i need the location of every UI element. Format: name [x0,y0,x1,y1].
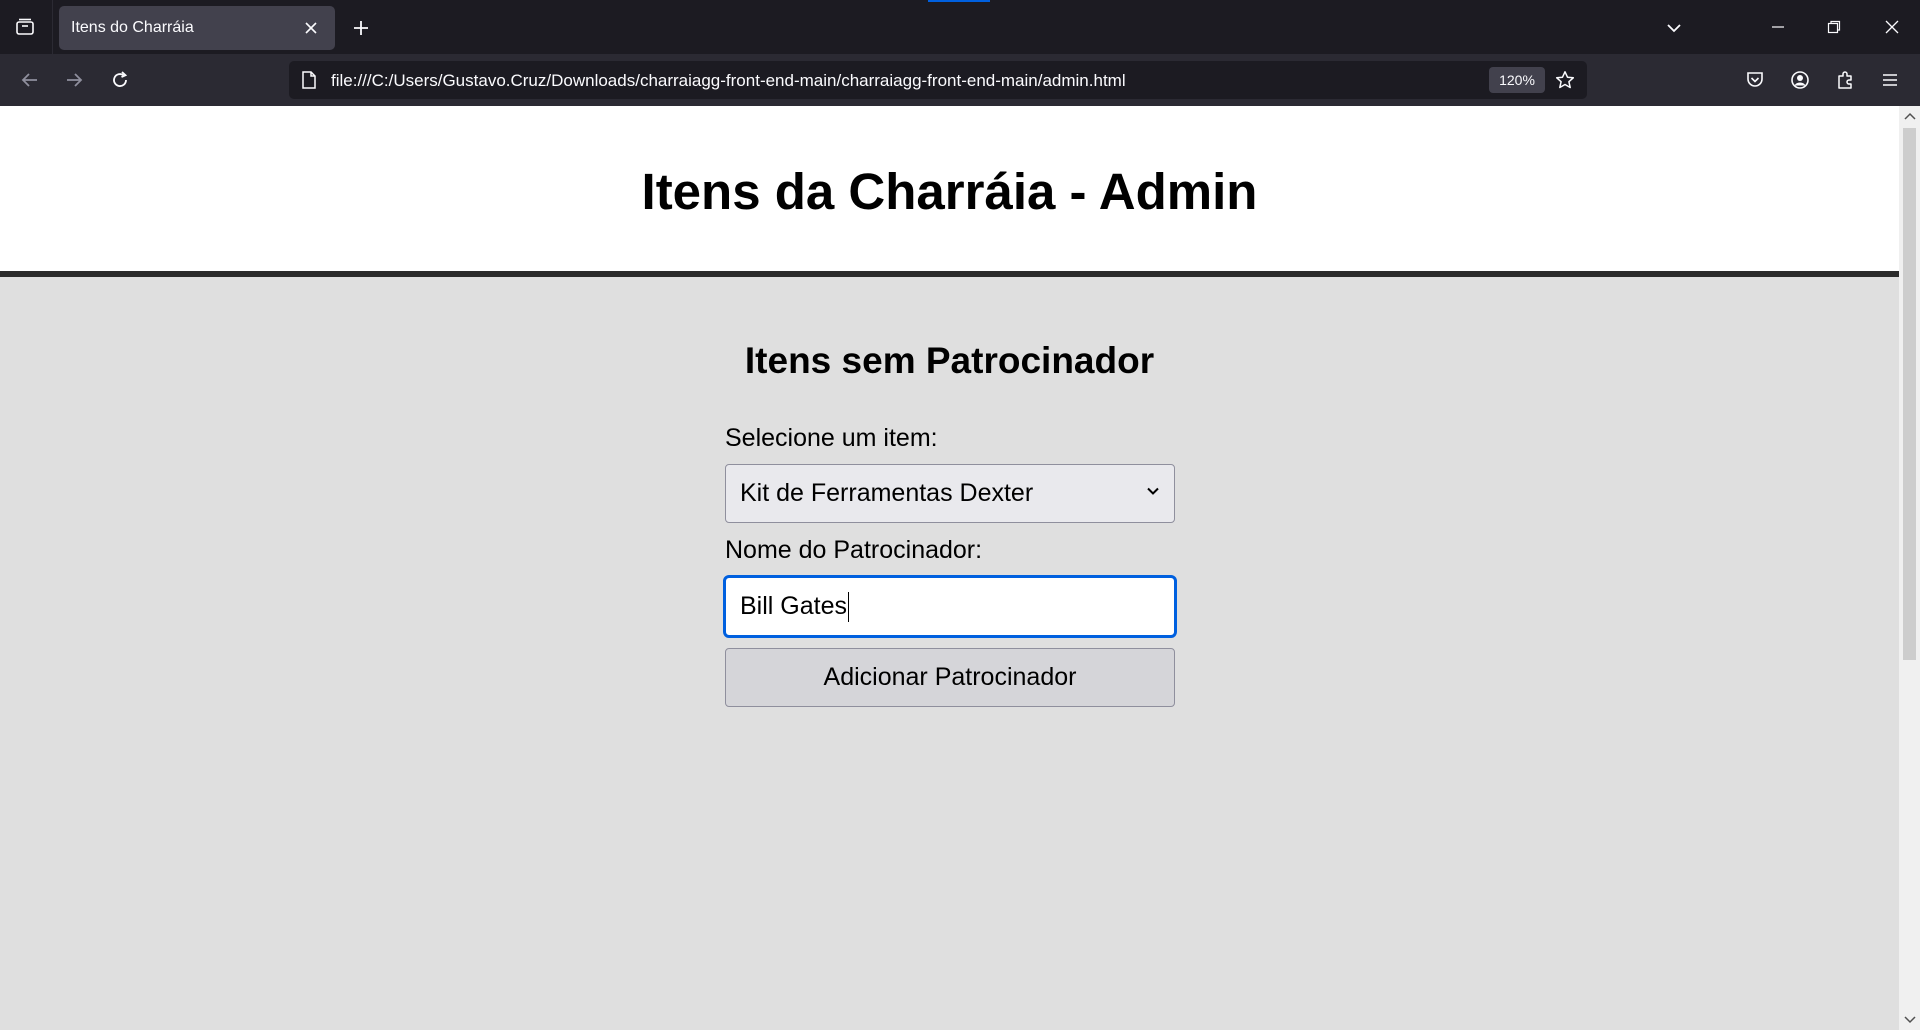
scroll-up-icon[interactable] [1899,106,1920,126]
page-header: Itens da Charráia - Admin [0,106,1899,277]
url-bar[interactable]: file:///C:/Users/Gustavo.Cruz/Downloads/… [289,61,1587,99]
close-window-icon[interactable] [1864,0,1920,54]
pocket-icon[interactable] [1737,62,1773,98]
menu-icon[interactable] [1872,62,1908,98]
tab-divider [52,0,53,54]
reload-icon[interactable] [102,62,138,98]
add-sponsor-button[interactable]: Adicionar Patrocinador [725,648,1175,707]
chevron-down-icon [1146,484,1160,503]
extensions-icon[interactable] [1827,62,1863,98]
tab-title: Itens do Charráia [71,19,194,36]
scroll-thumb[interactable] [1903,128,1916,660]
url-text[interactable]: file:///C:/Users/Gustavo.Cruz/Downloads/… [331,71,1126,91]
tab-list-icon[interactable] [8,10,42,44]
sharing-indicator [928,0,990,2]
star-icon[interactable] [1549,64,1581,96]
restore-icon[interactable] [1806,0,1862,54]
scrollbar[interactable] [1899,106,1920,1030]
sponsor-name-value: Bill Gates [740,592,847,620]
text-caret [847,591,849,622]
item-select-value: Kit de Ferramentas Dexter [740,479,1034,507]
back-arrow-icon[interactable] [12,62,48,98]
browser-tab[interactable]: Itens do Charráia [59,6,335,50]
sponsor-name-input[interactable]: Bill Gates [723,575,1177,638]
page-icon [299,70,319,90]
close-icon[interactable] [299,16,323,40]
forward-arrow-icon[interactable] [56,62,92,98]
account-icon[interactable] [1782,62,1818,98]
minimize-icon[interactable] [1750,0,1806,54]
zoom-level[interactable]: 120% [1489,67,1545,93]
item-select[interactable]: Kit de Ferramentas Dexter [725,464,1175,523]
section-title: Itens sem Patrocinador [744,340,1155,381]
plus-icon[interactable] [344,11,378,45]
page-content: Itens da Charráia - Admin Itens sem Patr… [0,106,1899,1030]
scroll-down-icon[interactable] [1899,1010,1920,1030]
tab-bar: Itens do Charráia [0,0,1920,54]
page-title: Itens da Charráia - Admin [641,163,1258,220]
navigation-bar: file:///C:/Users/Gustavo.Cruz/Downloads/… [0,54,1920,106]
sponsor-name-label: Nome do Patrocinador: [725,536,983,564]
chevron-down-icon[interactable] [1656,10,1692,46]
select-item-label: Selecione um item: [725,424,938,452]
